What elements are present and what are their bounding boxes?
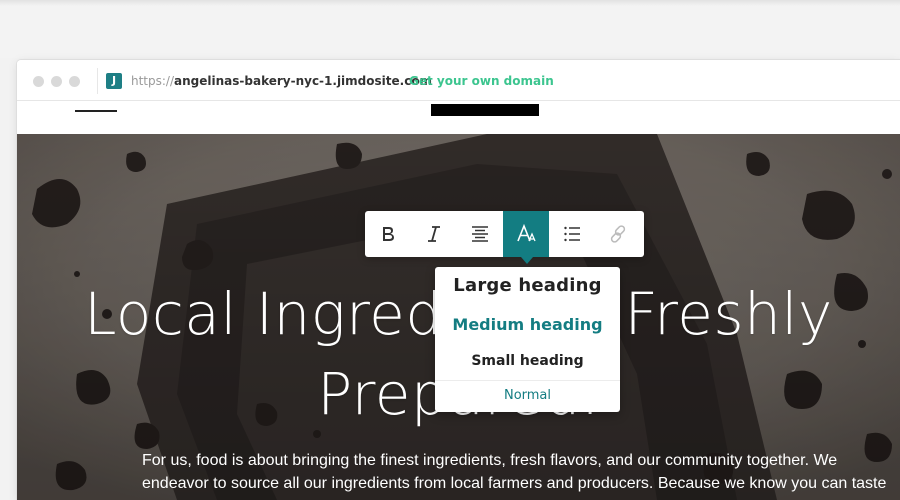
hero-body-text[interactable]: For us, food is about bringing the fines… [142,449,887,495]
heading-style-dropdown: Large heading Medium heading Small headi… [435,267,620,412]
bold-icon [383,227,394,241]
url-host: angelinas-bakery-nyc-1.jimdosite.com [174,74,433,88]
small-heading-option[interactable]: Small heading [435,353,620,369]
dropdown-divider [435,380,620,381]
jimdo-logo-icon: J [106,73,122,89]
link-icon [610,225,626,243]
text-format-toolbar [365,211,644,264]
italic-icon [428,226,440,242]
minimize-window-button[interactable] [51,76,62,87]
align-center-icon [472,226,488,242]
font-icon [517,224,536,242]
text-style-button[interactable] [503,211,549,264]
list-icon [564,226,580,242]
active-nav-indicator[interactable] [75,110,117,112]
close-window-button[interactable] [33,76,44,87]
normal-text-option[interactable]: Normal [435,388,620,403]
link-button[interactable] [595,211,641,257]
address-separator [97,68,98,94]
hero-body-line-2: endeavor to source all our ingredients f… [142,475,887,492]
maximize-window-button[interactable] [69,76,80,87]
url-scheme: https:// [131,74,175,88]
get-domain-link[interactable]: Get your own domain [409,73,554,89]
align-center-button[interactable] [457,211,503,257]
hero-body-line-1: For us, food is about bringing the fines… [142,452,838,469]
site-logo[interactable] [431,104,539,116]
italic-button[interactable] [411,211,457,257]
site-navigation [17,101,900,134]
medium-heading-option[interactable]: Medium heading [435,315,620,334]
address-bar-url[interactable]: https://angelinas-bakery-nyc-1.jimdosite… [131,73,432,89]
large-heading-option[interactable]: Large heading [435,275,620,296]
bold-button[interactable] [365,211,411,257]
desktop-background [0,0,900,58]
desktop-shadow [0,0,900,6]
list-button[interactable] [549,211,595,257]
window-controls [33,76,80,87]
browser-titlebar: J https://angelinas-bakery-nyc-1.jimdosi… [17,60,900,101]
